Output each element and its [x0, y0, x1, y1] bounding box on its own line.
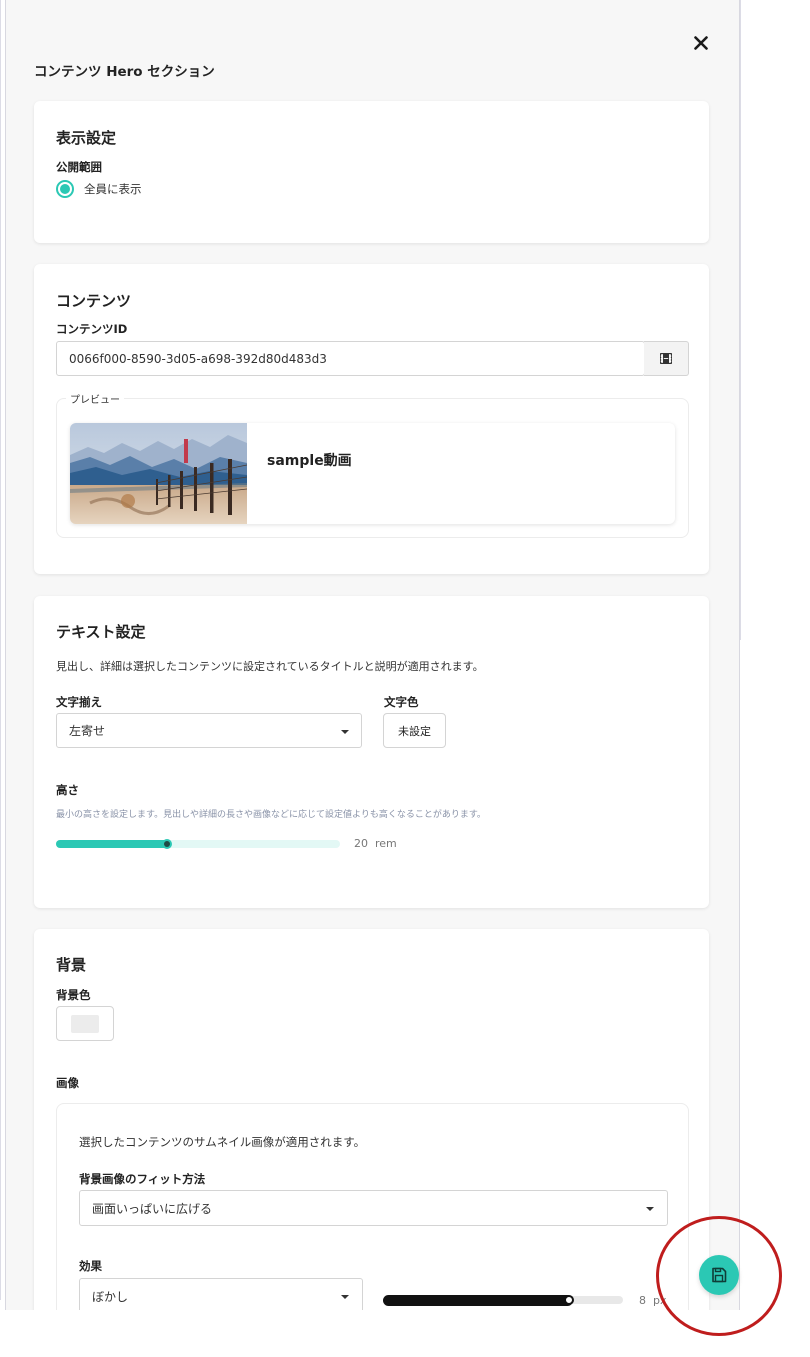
text-align-value: 左寄せ	[69, 724, 106, 738]
height-help-text: 最小の高さを設定します。見出しや詳細の長さや画像などに応じて設定値よりも高くなる…	[56, 810, 486, 820]
preview-title: sample動画	[267, 453, 352, 469]
visibility-option-label: 全員に表示	[84, 182, 142, 196]
content-id-input[interactable]: 0066f000-8590-3d05-a698-392d80d483d3	[56, 341, 645, 376]
background-image-note: 選択したコンテンツのサムネイル画像が適用されます。	[79, 1135, 366, 1149]
display-settings-title: 表示設定	[56, 129, 117, 147]
save-button[interactable]	[699, 1255, 739, 1295]
height-slider-fill	[56, 840, 170, 848]
radio-selected-dot	[60, 184, 70, 194]
background-color-swatch	[71, 1014, 99, 1033]
save-icon	[712, 1267, 727, 1283]
chevron-down-icon	[341, 730, 349, 734]
film-icon	[660, 353, 672, 364]
effect-amount-slider[interactable]	[383, 1293, 623, 1307]
content-picker-button[interactable]	[644, 341, 689, 376]
visibility-label: 公開範囲	[56, 160, 102, 174]
background-card: 背景 背景色 画像 選択したコンテンツのサムネイル画像が適用されます。 背景画像…	[34, 929, 709, 1310]
text-settings-card: テキスト設定 見出し、詳細は選択したコンテンツに設定されているタイトルと説明が適…	[34, 596, 709, 908]
visibility-radio-everyone[interactable]	[56, 180, 74, 198]
fit-method-label: 背景画像のフィット方法	[79, 1172, 206, 1186]
hero-section-settings-panel: コンテンツ Hero セクション 表示設定 公開範囲 全員に表示 コンテンツ コ…	[5, 0, 740, 1310]
fit-method-value: 画面いっぱいに広げる	[92, 1201, 213, 1216]
video-thumbnail	[70, 423, 247, 524]
effect-slider-fill	[383, 1295, 573, 1306]
effect-value-readout: 8 px	[639, 1294, 667, 1307]
content-card: コンテンツ コンテンツID 0066f000-8590-3d05-a698-39…	[34, 264, 709, 574]
chevron-down-icon	[341, 1295, 349, 1299]
effect-value: ぼかし	[92, 1289, 129, 1304]
height-value-readout: 20 rem	[354, 837, 397, 850]
text-settings-title: テキスト設定	[56, 623, 146, 641]
background-image-box: 選択したコンテンツのサムネイル画像が適用されます。 背景画像のフィット方法 画面…	[56, 1103, 689, 1310]
screen: コンテンツ Hero セクション 表示設定 公開範囲 全員に表示 コンテンツ コ…	[0, 0, 810, 1357]
height-slider[interactable]	[56, 838, 340, 850]
height-value: 20	[354, 837, 368, 850]
text-settings-description: 見出し、詳細は選択したコンテンツに設定されているタイトルと説明が適用されます。	[56, 660, 484, 673]
background-image-label: 画像	[56, 1076, 79, 1090]
text-align-label: 文字揃え	[56, 695, 102, 709]
background-color-label: 背景色	[56, 988, 91, 1002]
panel-title: コンテンツ Hero セクション	[34, 64, 215, 80]
fit-method-select[interactable]: 画面いっぱいに広げる	[79, 1190, 668, 1226]
display-settings-card: 表示設定 公開範囲 全員に表示	[34, 101, 709, 243]
height-slider-thumb[interactable]	[161, 839, 172, 849]
close-button[interactable]	[686, 28, 716, 58]
background-divider-left	[0, 0, 1, 1300]
text-color-button[interactable]: 未設定	[383, 713, 446, 748]
height-unit: rem	[375, 837, 397, 850]
content-title: コンテンツ	[56, 292, 132, 310]
preview-legend: プレビュー	[66, 391, 124, 406]
content-id-value: 0066f000-8590-3d05-a698-392d80d483d3	[69, 351, 327, 366]
chevron-down-icon	[646, 1207, 654, 1211]
text-color-value: 未設定	[398, 724, 431, 738]
background-title: 背景	[56, 956, 87, 974]
close-icon	[694, 36, 708, 50]
background-color-button[interactable]	[56, 1006, 114, 1041]
effect-slider-thumb[interactable]	[563, 1295, 574, 1305]
content-preview-card[interactable]: sample動画	[70, 423, 675, 524]
content-id-label: コンテンツID	[56, 322, 128, 336]
height-label: 高さ	[56, 783, 79, 797]
text-color-label: 文字色	[384, 695, 419, 709]
effect-unit: px	[653, 1294, 667, 1307]
background-divider	[740, 0, 741, 640]
text-align-select[interactable]: 左寄せ	[56, 713, 362, 748]
effect-select[interactable]: ぼかし	[79, 1278, 363, 1310]
effect-amount: 8	[639, 1294, 646, 1307]
effect-label: 効果	[79, 1259, 102, 1273]
